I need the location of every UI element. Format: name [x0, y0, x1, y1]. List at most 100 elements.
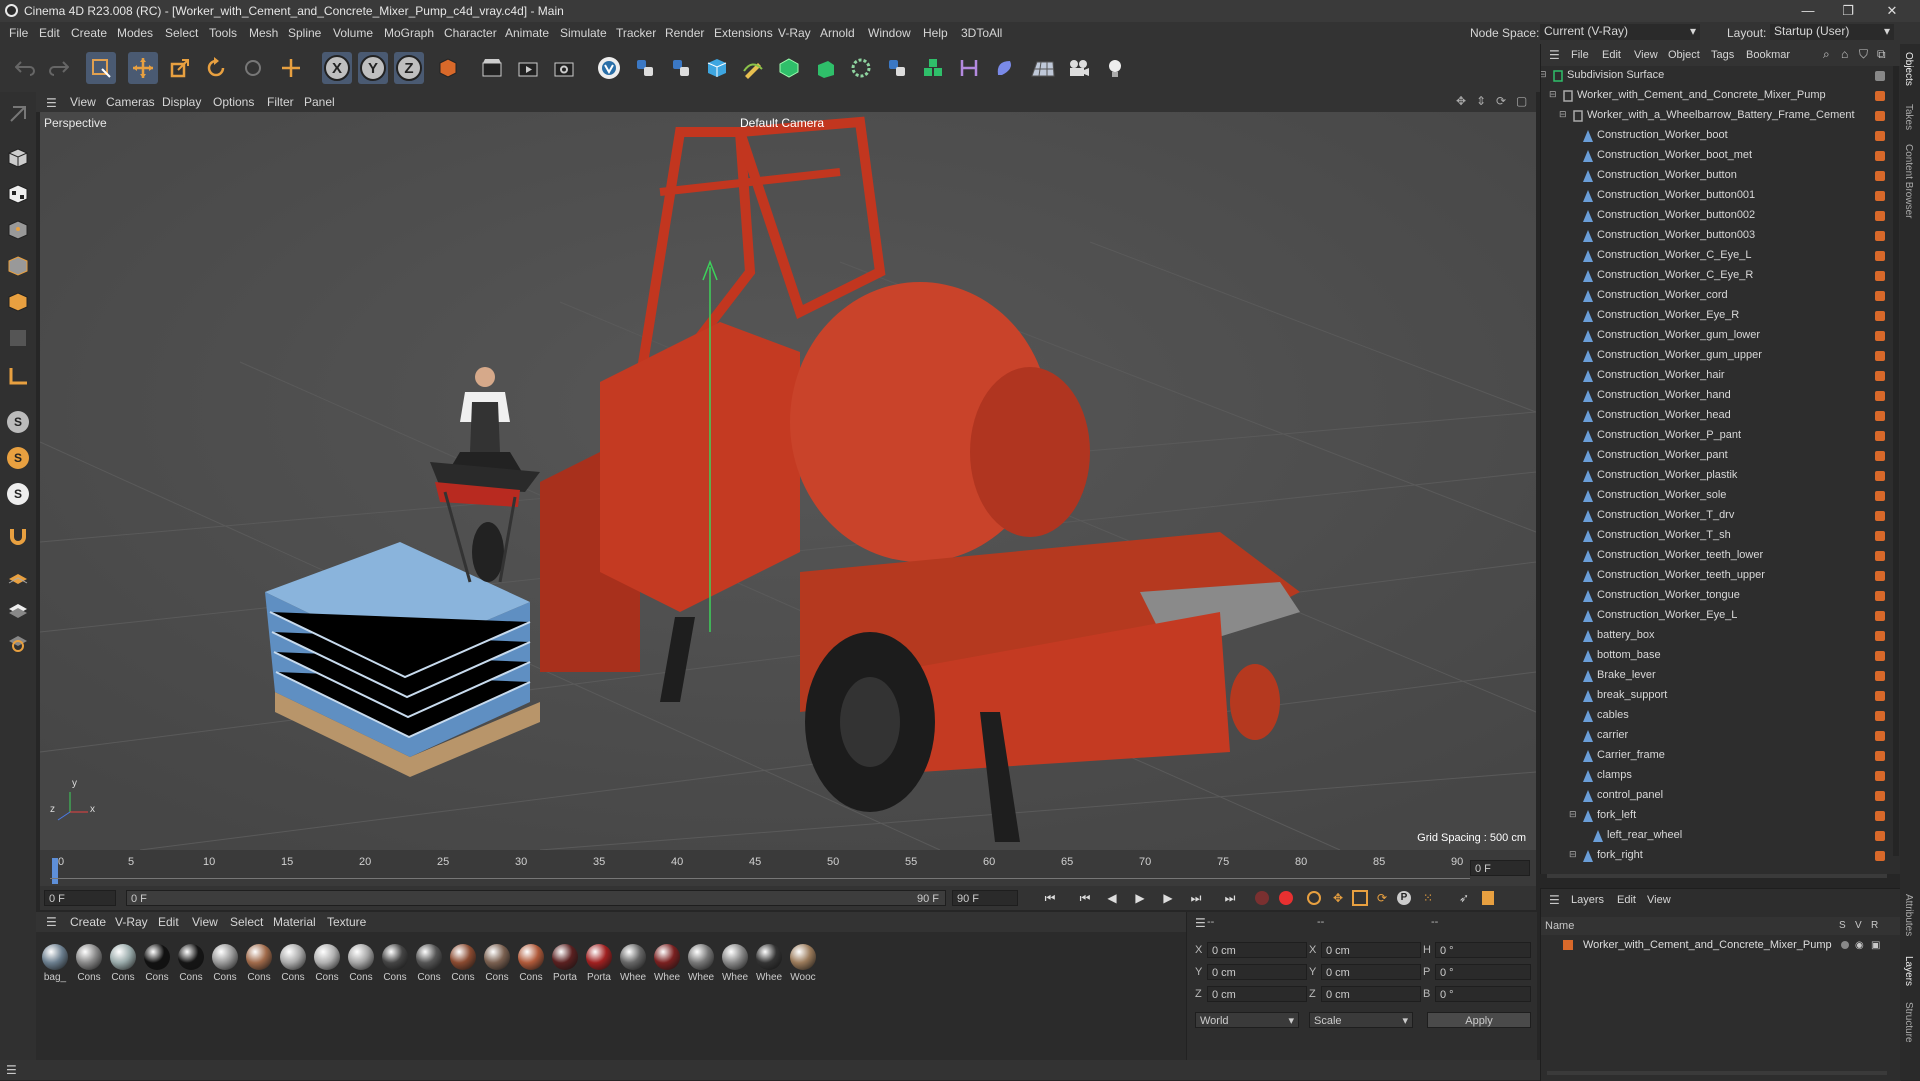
axis-enable-button[interactable] [4, 564, 32, 592]
menu-modes[interactable]: Modes [117, 26, 153, 40]
layer-menu-edit[interactable]: Edit [1617, 894, 1636, 906]
hamburger-icon[interactable]: ☰ [6, 1063, 17, 1077]
layer-h-scrollbar[interactable] [1547, 1071, 1887, 1075]
object-row[interactable]: Construction_Worker_button003 [1541, 226, 1891, 246]
object-row[interactable]: clamps [1541, 766, 1891, 786]
render-view-button[interactable] [477, 52, 507, 84]
tab-attributes[interactable]: Attributes [1903, 894, 1914, 936]
redo-button[interactable] [44, 52, 74, 84]
object-row[interactable]: Construction_Worker_P_pant [1541, 426, 1891, 446]
node-space-dropdown[interactable]: Current (V-Ray) ▾ [1540, 24, 1700, 40]
layer-menu-view[interactable]: View [1647, 894, 1671, 906]
python-script-3-button[interactable] [882, 52, 912, 84]
material-tag-icon[interactable] [1875, 751, 1885, 761]
menu-file[interactable]: File [9, 26, 28, 40]
extrude-generator-button[interactable] [810, 52, 840, 84]
material-swatch[interactable]: Whee [652, 944, 682, 983]
search-icon[interactable]: ⌕ [1823, 47, 1830, 62]
object-row[interactable]: Construction_Worker_T_sh [1541, 526, 1891, 546]
material-swatch[interactable]: Porta [550, 944, 580, 983]
make-editable-button[interactable] [4, 100, 32, 128]
material-swatch[interactable]: bag_ [40, 944, 70, 983]
current-frame-field[interactable]: 0 F [44, 890, 116, 906]
key-position-button[interactable]: ✥ [1328, 889, 1348, 907]
pos-y-field[interactable]: 0 cm [1207, 964, 1307, 980]
close-button[interactable]: ✕ [1872, 0, 1912, 22]
go-to-end-button[interactable]: ⏭ [1220, 889, 1240, 907]
pen-spline-button[interactable] [738, 52, 768, 84]
object-row[interactable]: Construction_Worker_C_Eye_R [1541, 266, 1891, 286]
tab-objects[interactable]: Objects [1903, 52, 1914, 86]
camera-button[interactable] [1064, 52, 1094, 84]
workplane-grid-button[interactable] [4, 596, 32, 624]
menu-arnold[interactable]: Arnold [820, 26, 855, 40]
previous-frame-button[interactable]: ◀ [1102, 889, 1122, 907]
menu-render[interactable]: Render [665, 26, 704, 40]
object-row[interactable]: ⊟ fork_right [1541, 846, 1891, 866]
frame-end-field[interactable]: 0 F [1470, 860, 1530, 876]
material-swatch[interactable]: Whee [720, 944, 750, 983]
layer-menu-layers[interactable]: Layers [1571, 894, 1604, 906]
material-swatch[interactable]: Cons [380, 944, 410, 983]
object-row[interactable]: battery_box [1541, 626, 1891, 646]
object-row[interactable]: ⊟ fork_left [1541, 806, 1891, 826]
subdivision-surface-button[interactable] [774, 52, 804, 84]
material-tag-icon[interactable] [1875, 811, 1885, 821]
material-tag-icon[interactable] [1875, 791, 1885, 801]
om-menu-edit[interactable]: Edit [1602, 49, 1621, 61]
menu-create[interactable]: Create [71, 26, 107, 40]
edges-mode-button[interactable] [4, 252, 32, 280]
playhead[interactable] [52, 858, 58, 884]
material-tag-icon[interactable] [1875, 711, 1885, 721]
material-tag-icon[interactable] [1875, 271, 1885, 281]
material-tag-icon[interactable] [1875, 591, 1885, 601]
size-y-field[interactable]: 0 cm [1321, 964, 1421, 980]
uv-mode-button[interactable] [4, 324, 32, 352]
vp-menu-panel[interactable]: Panel [304, 95, 335, 109]
material-tag-icon[interactable] [1875, 731, 1885, 741]
object-row[interactable]: left_rear_wheel [1541, 826, 1891, 846]
python-script-2-button[interactable] [666, 52, 696, 84]
tweak-button[interactable] [4, 522, 32, 550]
material-tag-icon[interactable] [1875, 491, 1885, 501]
go-to-start-button[interactable]: ⏮ [1040, 889, 1060, 907]
tab-content-browser[interactable]: Content Browser [1903, 144, 1914, 218]
material-tag-icon[interactable] [1875, 511, 1885, 521]
material-swatch[interactable]: Cons [448, 944, 478, 983]
object-scrollbar[interactable] [1893, 66, 1899, 856]
motion-track-button[interactable]: ➶ [1454, 889, 1474, 907]
mat-menu-edit[interactable]: Edit [158, 915, 179, 929]
next-frame-button[interactable]: ▶ [1158, 889, 1178, 907]
material-tag-icon[interactable] [1875, 231, 1885, 241]
material-swatch[interactable]: Cons [176, 944, 206, 983]
key-rotation-button[interactable]: ⟳ [1372, 889, 1392, 907]
rotate-tool-button[interactable] [201, 52, 231, 84]
material-tag-icon[interactable] [1875, 311, 1885, 321]
material-tag-icon[interactable] [1875, 531, 1885, 541]
object-row[interactable]: Construction_Worker_tongue [1541, 586, 1891, 606]
menu-animate[interactable]: Animate [505, 26, 549, 40]
object-row[interactable]: Construction_Worker_sole [1541, 486, 1891, 506]
tab-structure[interactable]: Structure [1903, 1002, 1914, 1043]
previous-key-button[interactable]: ⏮ [1075, 889, 1095, 907]
material-swatch[interactable]: Whee [686, 944, 716, 983]
tab-takes[interactable]: Takes [1903, 104, 1914, 130]
python-script-1-button[interactable] [630, 52, 660, 84]
material-tag-icon[interactable] [1875, 151, 1885, 161]
material-tag-icon[interactable] [1875, 131, 1885, 141]
material-tag-icon[interactable] [1875, 451, 1885, 461]
mat-menu-create[interactable]: Create [70, 915, 106, 929]
light-button[interactable] [1100, 52, 1130, 84]
menu-mesh[interactable]: Mesh [249, 26, 278, 40]
vp-menu-options[interactable]: Options [213, 95, 254, 109]
layer-color-swatch[interactable] [1563, 940, 1573, 950]
menu-window[interactable]: Window [868, 26, 911, 40]
object-row[interactable]: Construction_Worker_hair [1541, 366, 1891, 386]
3d-viewport[interactable]: Perspective Default Camera Grid Spacing … [40, 112, 1536, 850]
material-swatch[interactable]: Cons [74, 944, 104, 983]
rotate-view-icon[interactable]: ⟳ [1496, 94, 1506, 108]
material-tag-icon[interactable] [1875, 211, 1885, 221]
menu-help[interactable]: Help [923, 26, 948, 40]
points-mode-button[interactable] [4, 216, 32, 244]
menu-3dtoall[interactable]: 3DToAll [961, 26, 1002, 40]
